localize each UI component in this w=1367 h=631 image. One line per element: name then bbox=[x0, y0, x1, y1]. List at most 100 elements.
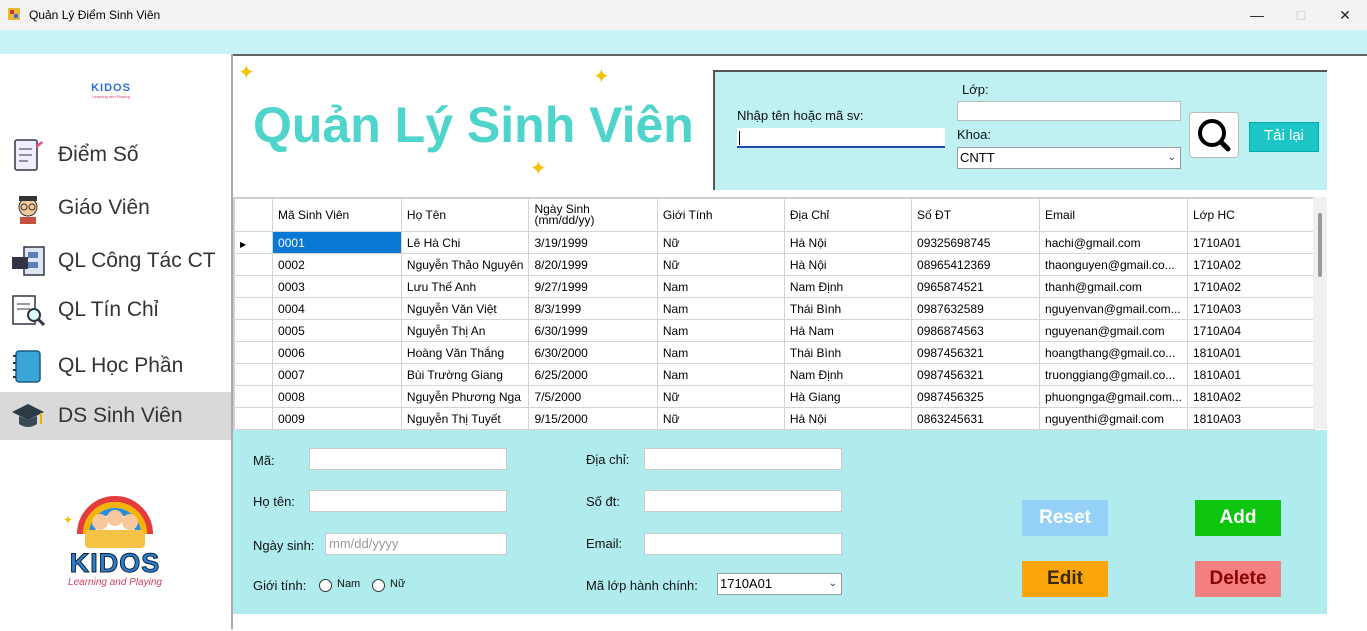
column-header[interactable]: Giới Tính bbox=[656, 198, 785, 232]
search-button[interactable] bbox=[1189, 112, 1239, 158]
edit-button[interactable]: Edit bbox=[1022, 561, 1108, 597]
row-header[interactable] bbox=[234, 341, 274, 364]
reset-button[interactable]: Reset bbox=[1022, 500, 1108, 536]
maximize-button[interactable]: □ bbox=[1279, 4, 1323, 26]
sidebar-item-diem-so[interactable]: Điểm Số bbox=[0, 131, 231, 179]
column-header[interactable]: Email bbox=[1039, 198, 1188, 232]
table-cell[interactable]: 9/27/1999 bbox=[528, 275, 658, 298]
class-input[interactable] bbox=[957, 101, 1181, 121]
table-row[interactable]: 0005 Nguyễn Thị An 6/30/1999 Nam Hà Nam 09868… bbox=[234, 319, 1314, 342]
table-cell[interactable]: Thái Bình bbox=[783, 341, 913, 364]
table-cell[interactable]: Nữ bbox=[656, 253, 785, 276]
column-header[interactable]: Họ Tên bbox=[400, 198, 530, 232]
table-cell[interactable]: Thái Bình bbox=[783, 297, 913, 320]
table-cell[interactable]: thanh@gmail.com bbox=[1039, 275, 1188, 298]
table-cell[interactable]: 6/30/1999 bbox=[528, 319, 658, 342]
table-cell[interactable]: Nam bbox=[656, 297, 785, 320]
table-cell[interactable]: Nữ bbox=[656, 231, 785, 254]
add-button[interactable]: Add bbox=[1195, 500, 1281, 536]
row-header[interactable] bbox=[234, 275, 274, 298]
row-header[interactable] bbox=[234, 319, 274, 342]
table-cell[interactable]: Nam bbox=[656, 341, 785, 364]
table-cell[interactable]: Hà Nội bbox=[783, 231, 913, 254]
table-cell[interactable]: 0987632589 bbox=[911, 297, 1041, 320]
table-cell[interactable]: 09325698745 bbox=[911, 231, 1041, 254]
close-button[interactable]: ✕ bbox=[1323, 4, 1367, 26]
table-cell[interactable]: nguyenvan@gmail.com... bbox=[1039, 297, 1188, 320]
table-cell[interactable]: 0004 bbox=[272, 297, 402, 320]
table-cell[interactable]: Lê Hà Chi bbox=[400, 231, 530, 254]
sodt-input[interactable] bbox=[644, 490, 842, 512]
table-cell[interactable]: hachi@gmail.com bbox=[1039, 231, 1188, 254]
table-cell[interactable]: 6/30/2000 bbox=[528, 341, 658, 364]
name-search-input[interactable] bbox=[737, 128, 945, 148]
table-cell[interactable]: 1810A02 bbox=[1186, 385, 1314, 408]
table-row[interactable]: 0004 Nguyễn Văn Việt 8/3/1999 Nam Thái Bình 0… bbox=[234, 297, 1314, 320]
table-cell[interactable]: Nguyễn Phương Nga bbox=[400, 385, 530, 408]
table-cell[interactable]: 1710A02 bbox=[1186, 275, 1314, 298]
sidebar-item-ql-tin-chi[interactable]: QL Tín Chỉ bbox=[0, 286, 231, 334]
table-cell[interactable]: 0986874563 bbox=[911, 319, 1041, 342]
table-cell[interactable]: nguyenthi@gmail.com bbox=[1039, 407, 1188, 430]
table-cell[interactable]: Nguyễn Thảo Nguyên bbox=[400, 253, 530, 276]
sidebar-item-ds-sinh-vien[interactable]: DS Sinh Viên bbox=[0, 392, 231, 440]
table-cell[interactable]: 0863245631 bbox=[911, 407, 1041, 430]
table-cell[interactable]: 0007 bbox=[272, 363, 402, 386]
malop-select[interactable]: 1710A01 ⌄ bbox=[717, 573, 842, 595]
table-cell[interactable]: hoangthang@gmail.co... bbox=[1039, 341, 1188, 364]
table-cell[interactable]: 1810A03 bbox=[1186, 407, 1314, 430]
table-cell[interactable]: 6/25/2000 bbox=[528, 363, 658, 386]
table-cell[interactable]: 1710A01 bbox=[1186, 231, 1314, 254]
table-row[interactable]: 0003 Lưu Thế Anh 9/27/1999 Nam Nam Định 09658… bbox=[234, 275, 1314, 298]
table-cell[interactable]: 1810A01 bbox=[1186, 363, 1314, 386]
row-header[interactable] bbox=[234, 297, 274, 320]
table-cell[interactable]: 0002 bbox=[272, 253, 402, 276]
table-cell[interactable]: Nữ bbox=[656, 407, 785, 430]
table-cell[interactable]: Nguyễn Thị An bbox=[400, 319, 530, 342]
table-cell[interactable]: Nam bbox=[656, 275, 785, 298]
table-cell[interactable]: nguyenan@gmail.com bbox=[1039, 319, 1188, 342]
sidebar-item-ql-hoc-phan[interactable]: QL Học Phần bbox=[0, 342, 231, 390]
diachi-input[interactable] bbox=[644, 448, 842, 470]
table-cell[interactable]: 1710A02 bbox=[1186, 253, 1314, 276]
table-cell[interactable]: truonggiang@gmail.co... bbox=[1039, 363, 1188, 386]
table-cell[interactable]: Hà Nội bbox=[783, 253, 913, 276]
table-cell[interactable]: 0987456325 bbox=[911, 385, 1041, 408]
table-cell[interactable]: Nguyễn Thị Tuyết bbox=[400, 407, 530, 430]
row-header[interactable] bbox=[234, 407, 274, 430]
table-row[interactable]: 0006 Hoàng Văn Thắng 6/30/2000 Nam Thái Bình… bbox=[234, 341, 1314, 364]
table-row[interactable]: 0008 Nguyễn Phương Nga 7/5/2000 Nữ Hà Giang 0… bbox=[234, 385, 1314, 408]
hoten-input[interactable] bbox=[309, 490, 507, 512]
table-cell[interactable]: phuongnga@gmail.com... bbox=[1039, 385, 1188, 408]
table-cell[interactable]: Nam Định bbox=[783, 363, 913, 386]
reload-button[interactable]: Tải lại bbox=[1249, 122, 1319, 152]
table-row[interactable]: 0007 Bùi Trường Giang 6/25/2000 Nam Nam Định… bbox=[234, 363, 1314, 386]
table-cell[interactable]: 0005 bbox=[272, 319, 402, 342]
table-cell[interactable]: Lưu Thế Anh bbox=[400, 275, 530, 298]
row-header[interactable]: ▶ bbox=[234, 231, 274, 254]
minimize-button[interactable]: — bbox=[1235, 4, 1279, 26]
gender-nu-radio[interactable] bbox=[372, 579, 385, 592]
table-cell[interactable]: Nam bbox=[656, 363, 785, 386]
row-header[interactable] bbox=[234, 363, 274, 386]
table-cell[interactable]: Hà Giang bbox=[783, 385, 913, 408]
table-cell[interactable]: 0987456321 bbox=[911, 341, 1041, 364]
table-cell[interactable]: Bùi Trường Giang bbox=[400, 363, 530, 386]
table-cell[interactable]: 1710A04 bbox=[1186, 319, 1314, 342]
table-cell[interactable]: 0987456321 bbox=[911, 363, 1041, 386]
sidebar-item-giao-vien[interactable]: Giáo Viên bbox=[0, 184, 231, 232]
table-cell[interactable]: Nguyễn Văn Việt bbox=[400, 297, 530, 320]
table-cell[interactable]: 0008 bbox=[272, 385, 402, 408]
table-cell[interactable]: 8/20/1999 bbox=[528, 253, 658, 276]
table-cell[interactable]: 1810A01 bbox=[1186, 341, 1314, 364]
column-header[interactable]: Địa Chỉ bbox=[783, 198, 913, 232]
table-cell[interactable]: Hà Nội bbox=[783, 407, 913, 430]
row-header[interactable] bbox=[234, 385, 274, 408]
table-row[interactable]: 0009 Nguyễn Thị Tuyết 9/15/2000 Nữ Hà Nội 086… bbox=[234, 407, 1314, 430]
table-cell[interactable]: Nam bbox=[656, 319, 785, 342]
table-cell[interactable]: 0009 bbox=[272, 407, 402, 430]
email-input[interactable] bbox=[644, 533, 842, 555]
ma-input[interactable] bbox=[309, 448, 507, 470]
students-table[interactable]: Mã Sinh Viên Họ Tên Ngày Sinh (mm/dd/yy) … bbox=[233, 197, 1315, 431]
ngaysinh-input[interactable]: mm/dd/yyyy bbox=[325, 533, 507, 555]
